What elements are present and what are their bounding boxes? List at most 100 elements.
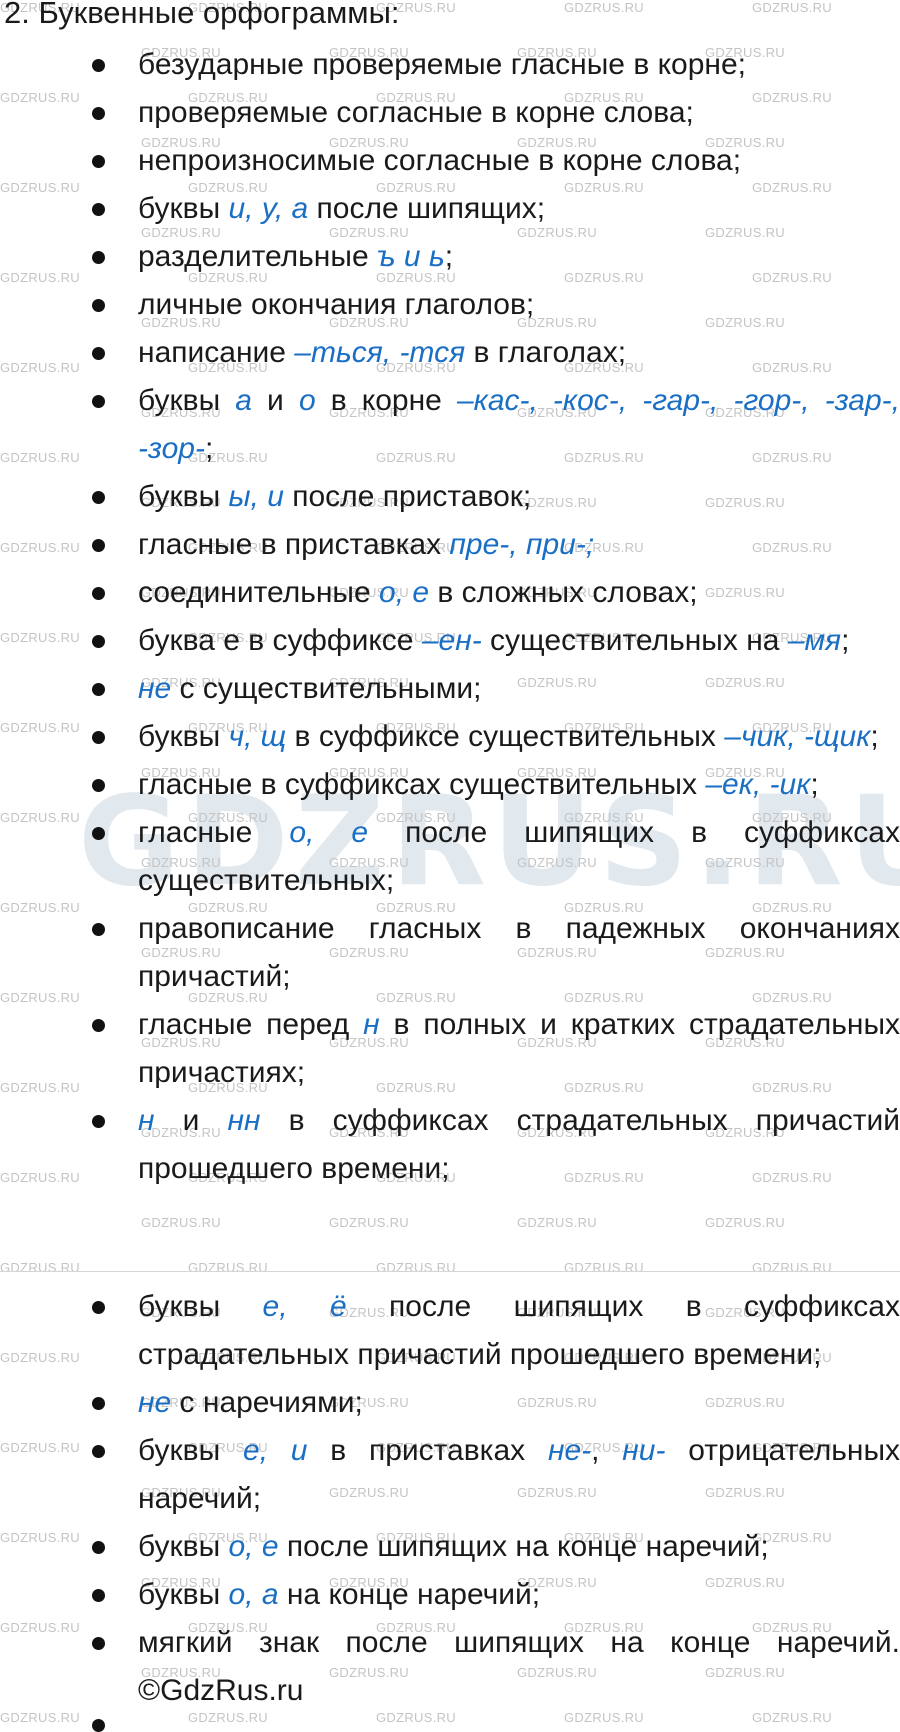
list-bullet bbox=[92, 251, 105, 264]
highlighted-term: н bbox=[363, 1008, 380, 1041]
list-bullet bbox=[92, 1301, 105, 1314]
section-heading: 2. Буквенные орфограммы: bbox=[4, 0, 400, 30]
highlighted-term: ни- bbox=[622, 1434, 666, 1467]
highlighted-term: о, е bbox=[228, 1530, 279, 1563]
list-bullet bbox=[92, 587, 105, 600]
item-text: в глаголах; bbox=[465, 336, 627, 369]
list-item: буквы о, а на конце наречий; bbox=[0, 1571, 900, 1619]
highlighted-term: пре-, при-; bbox=[449, 528, 595, 561]
list-item: буквы о, е после шипящих на конце наречи… bbox=[0, 1523, 900, 1571]
item-text: буквы bbox=[138, 1290, 263, 1323]
list-item: буквы ы, и после приставок; bbox=[0, 473, 900, 521]
list-item: гласные о, е после шипящих в суффиксах с… bbox=[0, 809, 900, 905]
list-item: написание –ться, -тся в глаголах; bbox=[0, 329, 900, 377]
highlighted-term: ъ и ь bbox=[376, 240, 445, 273]
item-text: буквы bbox=[138, 192, 229, 225]
highlighted-term: о, е bbox=[379, 576, 430, 609]
list-bullet bbox=[92, 1637, 105, 1650]
list-item: н и нн в суффиксах страдательных причаст… bbox=[0, 1097, 900, 1193]
item-text: гласные в суффиксах существительных bbox=[138, 768, 706, 801]
item-text: буквы bbox=[138, 384, 236, 417]
item-text: непроизносимые согласные в корне слова; bbox=[138, 144, 742, 177]
list-bullet bbox=[92, 491, 105, 504]
list-bullet bbox=[92, 1445, 105, 1458]
highlighted-term: не- bbox=[547, 1434, 592, 1467]
item-text: мягкий знак после шипящих на конце нареч… bbox=[138, 1626, 900, 1707]
item-text: ; bbox=[841, 624, 850, 657]
highlighted-term: –чик, -щик bbox=[724, 720, 871, 753]
list-bullet bbox=[92, 203, 105, 216]
watermark-small: GDZRUS.RU bbox=[329, 1215, 409, 1230]
list-bullet bbox=[92, 395, 105, 408]
list-bullet bbox=[92, 731, 105, 744]
list-item: разделительные ъ и ь; bbox=[0, 233, 900, 281]
list-item: непроизносимые согласные в корне слова; bbox=[0, 137, 900, 185]
list-item: гласные перед н в полных и кратких страд… bbox=[0, 1001, 900, 1097]
item-text: и bbox=[154, 1104, 228, 1137]
list-bullet bbox=[92, 827, 105, 840]
list-bullet bbox=[92, 155, 105, 168]
list-bullet bbox=[92, 539, 105, 552]
list-bullet bbox=[92, 1115, 105, 1128]
highlighted-term: а bbox=[235, 384, 252, 417]
list-item: не с наречиями; bbox=[0, 1379, 900, 1427]
list-item: безударные проверяемые гласные в корне; bbox=[0, 41, 900, 89]
item-text: написание bbox=[138, 336, 295, 369]
list-item: не с существительными; bbox=[0, 665, 900, 713]
item-text: в суффиксе существительных bbox=[286, 720, 725, 753]
highlighted-term: е, ё bbox=[262, 1290, 347, 1323]
item-text: буквы bbox=[138, 480, 229, 513]
list-bullet bbox=[92, 107, 105, 120]
item-text: ; bbox=[870, 720, 879, 753]
item-text: ; bbox=[810, 768, 819, 801]
item-text: , bbox=[591, 1434, 623, 1467]
watermark-small: GDZRUS.RU bbox=[564, 0, 644, 15]
list-bullet bbox=[92, 1589, 105, 1602]
list-bullet bbox=[92, 1397, 105, 1410]
list-bullet bbox=[92, 779, 105, 792]
item-text: в сложных словах; bbox=[429, 576, 698, 609]
item-text: буквы bbox=[138, 1578, 229, 1611]
highlighted-term: –ться, -тся bbox=[294, 336, 466, 369]
page-divider bbox=[0, 1271, 900, 1272]
watermark-small: GDZRUS.RU bbox=[0, 1260, 80, 1275]
list-bullet bbox=[92, 1019, 105, 1032]
list-item: буквы е, ё после шипящих в суффиксах стр… bbox=[0, 1283, 900, 1379]
item-text: с наречиями; bbox=[171, 1386, 363, 1419]
watermark-small: GDZRUS.RU bbox=[376, 1260, 456, 1275]
watermark-small: GDZRUS.RU bbox=[188, 1260, 268, 1275]
list-bullet bbox=[92, 59, 105, 72]
list-item: проверяемые согласные в корне слова; bbox=[0, 89, 900, 137]
item-text: гласные перед bbox=[138, 1008, 364, 1041]
list-item: буквы и, у, а после шипящих; bbox=[0, 185, 900, 233]
list-item: гласные в приставках пре-, при-; bbox=[0, 521, 900, 569]
item-text: с существительными; bbox=[171, 672, 482, 705]
highlighted-term: нн bbox=[227, 1104, 261, 1137]
list-item: личные окончания глаголов; bbox=[0, 281, 900, 329]
item-text: проверяемые согласные в корне слова; bbox=[138, 96, 694, 129]
watermark-small: GDZRUS.RU bbox=[752, 0, 832, 15]
item-text: после приставок; bbox=[283, 480, 532, 513]
list-item: буква е в суффиксе –ен- существительных … bbox=[0, 617, 900, 665]
highlighted-term: о, е bbox=[289, 816, 369, 849]
item-text: разделительные bbox=[138, 240, 377, 273]
item-text: гласные bbox=[138, 816, 290, 849]
orthogram-list-part2: буквы е, ё после шипящих в суффиксах стр… bbox=[0, 1283, 900, 1715]
list-bullet bbox=[92, 635, 105, 648]
list-bullet bbox=[92, 1541, 105, 1554]
item-text: буквы bbox=[138, 1530, 229, 1563]
item-text: в корне bbox=[315, 384, 457, 417]
list-bullet bbox=[92, 299, 105, 312]
item-text: на конце наречий; bbox=[278, 1578, 541, 1611]
list-bullet bbox=[92, 1719, 105, 1732]
list-item: соединительные о, е в сложных словах; bbox=[0, 569, 900, 617]
orthogram-list-part1: безударные проверяемые гласные в корне; п… bbox=[0, 41, 900, 1193]
item-text: безударные проверяемые гласные в корне; bbox=[138, 48, 747, 81]
highlighted-term: и, у, а bbox=[228, 192, 309, 225]
highlighted-term: ч, щ bbox=[228, 720, 287, 753]
item-text: правописание гласных в падежных окончани… bbox=[138, 912, 900, 993]
item-text: в приставках bbox=[307, 1434, 548, 1467]
list-bullet bbox=[92, 683, 105, 696]
watermark-small: GDZRUS.RU bbox=[752, 1260, 832, 1275]
list-item: буквы а и о в корне –кас-, -кос-, -гар-,… bbox=[0, 377, 900, 473]
